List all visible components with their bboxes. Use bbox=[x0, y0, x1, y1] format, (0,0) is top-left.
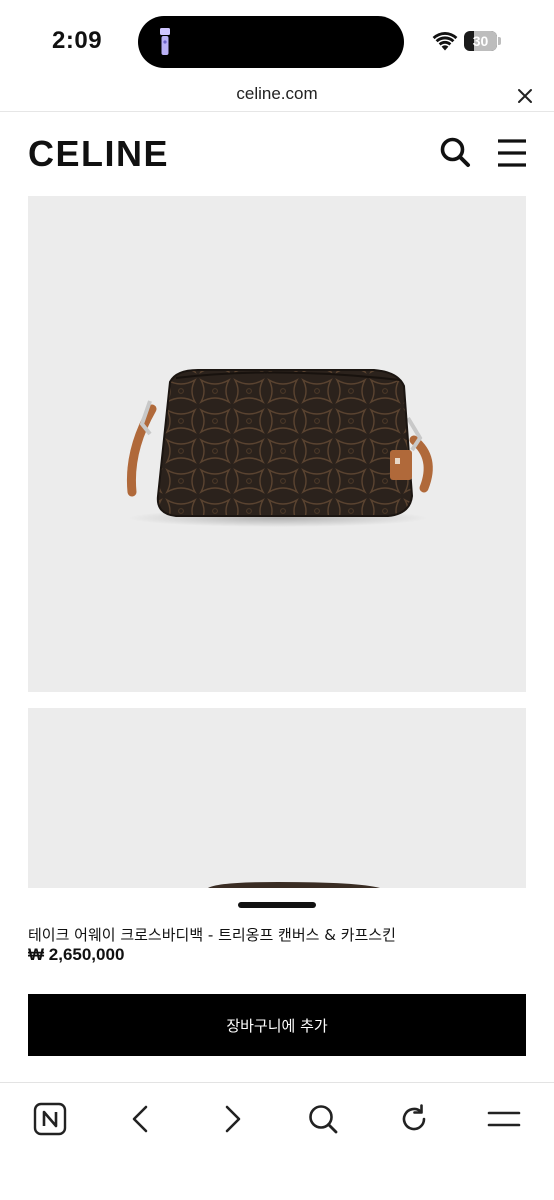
search-icon[interactable] bbox=[439, 136, 471, 168]
product-image-secondary[interactable] bbox=[28, 708, 526, 888]
add-to-cart-button[interactable]: 장바구니에 추가 bbox=[28, 994, 526, 1056]
product-price: ₩ 2,650,000 bbox=[28, 945, 125, 964]
status-time: 2:09 bbox=[52, 27, 103, 54]
address-bar: celine.com bbox=[0, 82, 554, 112]
forward-button[interactable] bbox=[212, 1099, 252, 1139]
close-icon[interactable] bbox=[515, 86, 535, 106]
reload-icon bbox=[402, 1104, 426, 1131]
toolbar-menu-button[interactable] bbox=[484, 1099, 524, 1139]
back-arrow-icon bbox=[132, 1105, 148, 1133]
naver-n-icon bbox=[33, 1102, 67, 1136]
naver-home-button[interactable] bbox=[30, 1099, 70, 1139]
flashlight-icon bbox=[160, 28, 170, 55]
toolbar-search-button[interactable] bbox=[303, 1099, 343, 1139]
browser-toolbar bbox=[0, 1082, 554, 1200]
dynamic-island bbox=[138, 16, 404, 68]
crossbody-bag-image bbox=[126, 369, 433, 527]
hamburger-menu-icon[interactable] bbox=[496, 137, 528, 169]
reload-button[interactable] bbox=[394, 1099, 434, 1139]
sheet-handle[interactable] bbox=[238, 902, 316, 908]
search-icon bbox=[309, 1105, 338, 1134]
status-bar: 2:09 30 bbox=[0, 0, 554, 82]
forward-arrow-icon bbox=[225, 1105, 241, 1133]
battery-percent: 30 bbox=[472, 33, 489, 49]
celine-logo[interactable]: CELINE bbox=[28, 135, 174, 169]
address-url[interactable]: celine.com bbox=[0, 84, 554, 104]
bag-top-image bbox=[208, 882, 380, 888]
logo-text: CELINE bbox=[28, 135, 169, 169]
wifi-icon bbox=[432, 32, 458, 51]
product-name: 테이크 어웨이 크로스바디백 - 트리옹프 캔버스 & 카프스킨 bbox=[28, 926, 396, 944]
back-button[interactable] bbox=[121, 1099, 161, 1139]
site-header: CELINE bbox=[0, 112, 554, 196]
battery-indicator: 30 bbox=[464, 31, 501, 51]
product-image-main[interactable] bbox=[28, 196, 526, 692]
menu-icon bbox=[487, 1111, 521, 1127]
